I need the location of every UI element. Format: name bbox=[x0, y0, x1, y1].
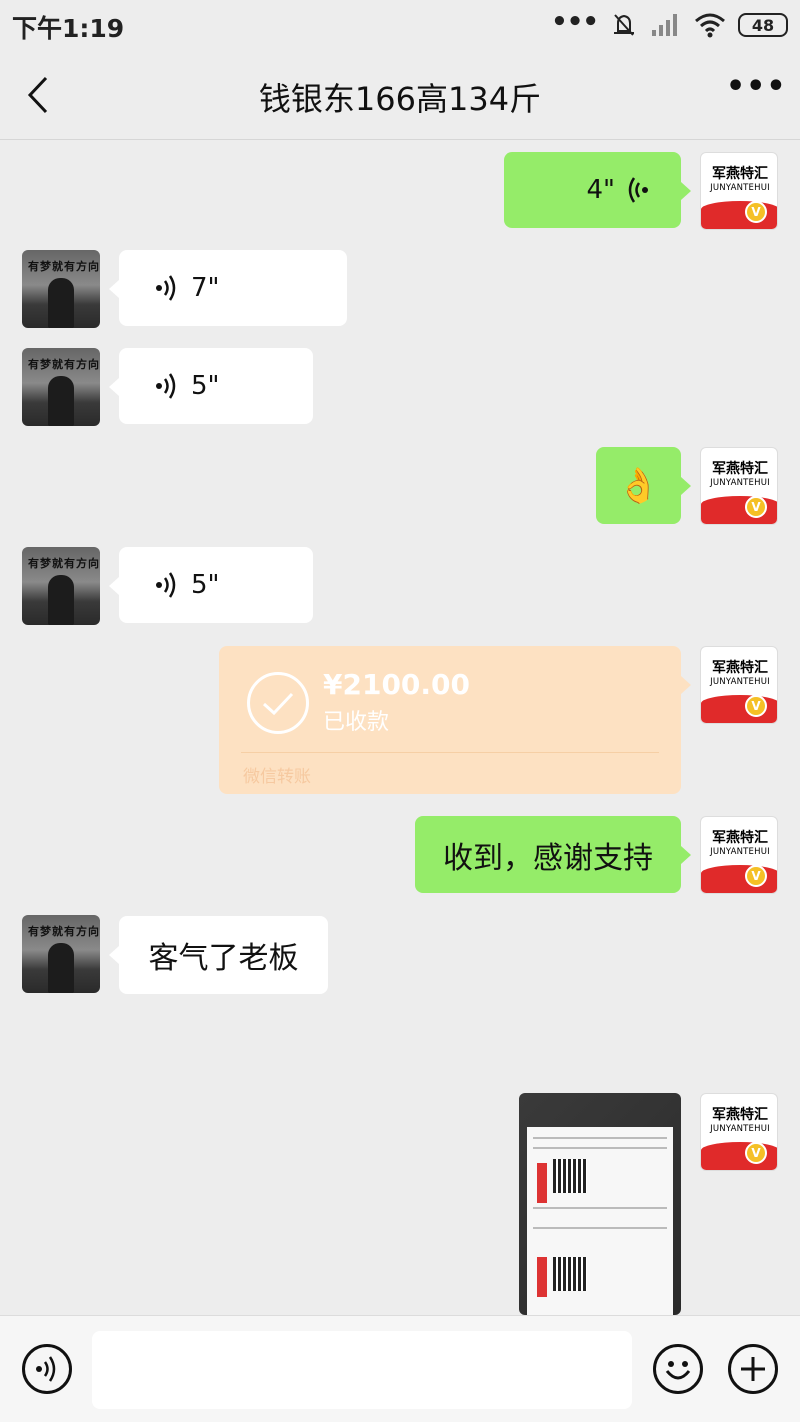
checkmark-icon bbox=[262, 692, 294, 716]
ok-hand-emoji: 👌 bbox=[617, 465, 660, 506]
label-line bbox=[533, 1207, 667, 1209]
avatar-caption: 有梦就有方向 bbox=[28, 260, 100, 273]
contact-avatar[interactable]: 有梦就有方向 bbox=[22, 915, 100, 993]
voice-message-other[interactable]: 5" bbox=[109, 348, 313, 424]
voice-wave-icon bbox=[628, 177, 648, 203]
my-avatar[interactable]: 军燕特汇 JUNYANTEHUI V bbox=[700, 152, 778, 230]
verified-badge: V bbox=[745, 695, 767, 717]
voice-message-mine[interactable]: 4" bbox=[504, 152, 691, 228]
avatar-brand: 军燕特汇 bbox=[712, 830, 768, 846]
avatar-caption: 有梦就有方向 bbox=[28, 557, 100, 570]
verified-badge: V bbox=[745, 865, 767, 887]
avatar-brand: 军燕特汇 bbox=[712, 1107, 768, 1123]
emoji-button[interactable] bbox=[653, 1344, 703, 1394]
chat-title: 钱银东166高134斤 bbox=[258, 80, 542, 118]
my-avatar[interactable]: 军燕特汇 JUNYANTEHUI V bbox=[700, 447, 778, 525]
transfer-amount: ¥2100.00 bbox=[323, 668, 471, 701]
wifi-icon bbox=[695, 13, 725, 38]
voice-duration: 5" bbox=[191, 371, 220, 401]
qr-code-image bbox=[553, 1159, 587, 1193]
voice-message-other[interactable]: 7" bbox=[109, 250, 347, 326]
avatar-figure bbox=[48, 376, 74, 426]
avatar-brand: 军燕特汇 bbox=[712, 461, 768, 477]
text-message-mine[interactable]: 收到，感谢支持 bbox=[415, 816, 691, 893]
voice-duration: 5" bbox=[191, 570, 220, 600]
verified-badge: V bbox=[745, 1142, 767, 1164]
back-arrow-icon[interactable] bbox=[20, 74, 60, 116]
input-bar bbox=[0, 1315, 800, 1422]
avatar-brand-en: JUNYANTEHUI bbox=[710, 847, 770, 857]
message-text: 客气了老板 bbox=[148, 941, 299, 976]
status-bar: 下午1:19 ••• 48 bbox=[0, 0, 800, 50]
contact-avatar[interactable]: 有梦就有方向 bbox=[22, 250, 100, 328]
transfer-status: 已收款 bbox=[323, 710, 390, 735]
emoji-message-mine[interactable]: 👌 bbox=[596, 447, 691, 524]
avatar-brand-en: JUNYANTEHUI bbox=[710, 1124, 770, 1134]
avatar-figure bbox=[48, 575, 74, 625]
message-text: 收到，感谢支持 bbox=[443, 840, 653, 876]
label-line bbox=[533, 1147, 667, 1149]
label-red-tag bbox=[537, 1257, 547, 1297]
my-avatar[interactable]: 军燕特汇 JUNYANTEHUI V bbox=[700, 816, 778, 894]
voice-wave-icon bbox=[156, 275, 176, 301]
shipping-label-image bbox=[527, 1127, 673, 1315]
message-input[interactable] bbox=[92, 1331, 632, 1409]
more-notifications-icon: ••• bbox=[551, 7, 599, 37]
mute-icon bbox=[614, 14, 634, 36]
chat-header: 钱银东166高134斤 ••• bbox=[0, 50, 800, 140]
avatar-brand-en: JUNYANTEHUI bbox=[710, 478, 770, 488]
avatar-brand-en: JUNYANTEHUI bbox=[710, 677, 770, 687]
voice-wave-icon bbox=[156, 373, 176, 399]
voice-duration: 7" bbox=[191, 273, 220, 303]
avatar-brand: 军燕特汇 bbox=[712, 660, 768, 676]
voice-wave-icon bbox=[156, 572, 176, 598]
avatar-brand-en: JUNYANTEHUI bbox=[710, 183, 770, 193]
transfer-footer: 微信转账 bbox=[243, 767, 311, 787]
image-message-mine[interactable] bbox=[519, 1093, 681, 1315]
more-functions-button[interactable] bbox=[728, 1344, 778, 1394]
label-line bbox=[533, 1227, 667, 1229]
avatar-brand: 军燕特汇 bbox=[712, 166, 768, 182]
more-options-icon[interactable]: ••• bbox=[726, 72, 786, 116]
transfer-card[interactable]: ¥2100.00 已收款 微信转账 bbox=[219, 646, 691, 794]
transfer-divider bbox=[241, 752, 659, 753]
text-message-other[interactable]: 客气了老板 bbox=[109, 916, 328, 994]
voice-duration: 4" bbox=[586, 175, 615, 205]
voice-input-button[interactable] bbox=[22, 1344, 72, 1394]
my-avatar[interactable]: 军燕特汇 JUNYANTEHUI V bbox=[700, 646, 778, 724]
smiley-icon bbox=[665, 1361, 691, 1380]
contact-avatar[interactable]: 有梦就有方向 bbox=[22, 547, 100, 625]
label-red-tag bbox=[537, 1163, 547, 1203]
label-line bbox=[533, 1137, 667, 1139]
my-avatar[interactable]: 军燕特汇 JUNYANTEHUI V bbox=[700, 1093, 778, 1171]
voice-message-other[interactable]: 5" bbox=[109, 547, 313, 623]
voice-wave-icon bbox=[36, 1356, 56, 1382]
avatar-figure bbox=[48, 278, 74, 328]
battery-indicator: 48 bbox=[738, 13, 788, 37]
check-circle-icon bbox=[247, 672, 309, 734]
qr-code-image bbox=[553, 1257, 587, 1291]
plus-icon bbox=[741, 1357, 765, 1381]
avatar-caption: 有梦就有方向 bbox=[28, 925, 100, 938]
contact-avatar[interactable]: 有梦就有方向 bbox=[22, 348, 100, 426]
verified-badge: V bbox=[745, 496, 767, 518]
verified-badge: V bbox=[745, 201, 767, 223]
signal-icon bbox=[652, 14, 677, 36]
status-time: 下午1:19 bbox=[12, 14, 125, 43]
avatar-caption: 有梦就有方向 bbox=[28, 358, 100, 371]
avatar-figure bbox=[48, 943, 74, 993]
